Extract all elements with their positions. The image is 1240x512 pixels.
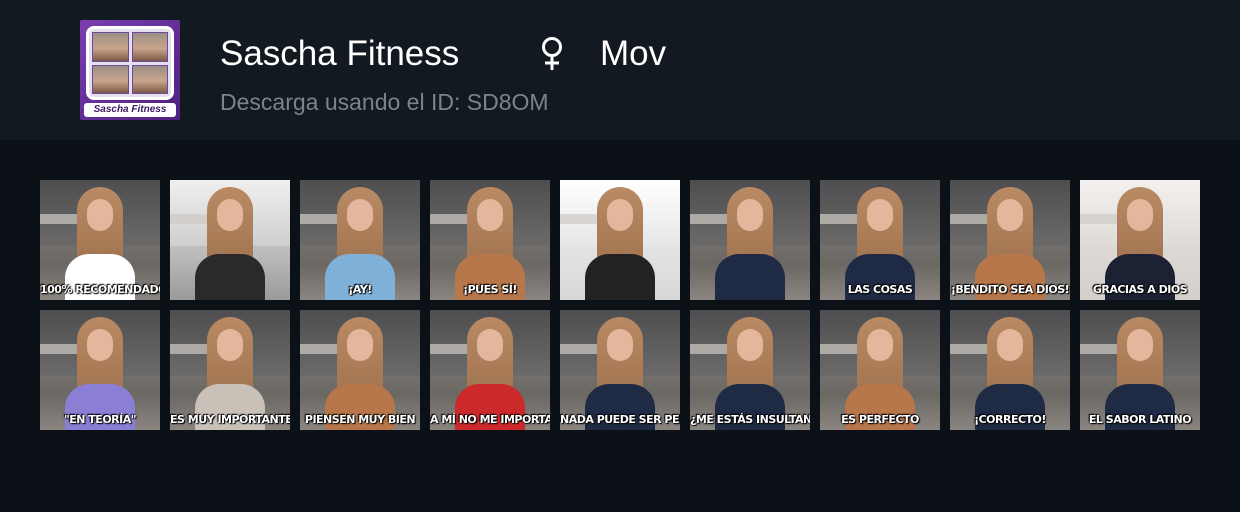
thumbnail-brand-logo: Sascha Fitness bbox=[84, 103, 176, 117]
sticker-caption: Nada puede ser perfecto bbox=[560, 413, 680, 426]
thumbnail-frame bbox=[86, 26, 174, 100]
thumbnail-photo bbox=[92, 64, 129, 94]
sticker-item[interactable]: ¿Me estás insultando? bbox=[690, 310, 810, 430]
sticker-item[interactable] bbox=[690, 180, 810, 300]
sticker-caption: Es perfecto bbox=[841, 413, 919, 426]
download-id-text: Descarga usando el ID: SD8OM bbox=[220, 89, 549, 115]
sticker-caption: Piensen muy bien bbox=[304, 413, 416, 426]
sticker-person-face bbox=[217, 199, 243, 232]
sticker-person-face bbox=[477, 329, 503, 362]
pack-title: Sascha Fitness bbox=[220, 34, 460, 73]
sticker-caption: Las cosas bbox=[847, 283, 913, 296]
sticker-person-top bbox=[585, 254, 655, 300]
sticker-person-face bbox=[347, 329, 373, 362]
sticker-person-face bbox=[997, 199, 1023, 232]
sticker-person-face bbox=[1127, 199, 1153, 232]
sticker-caption: "En teoría" bbox=[64, 413, 136, 426]
sticker-item[interactable]: Las cosas bbox=[820, 180, 940, 300]
thumbnail-photo bbox=[131, 32, 168, 62]
sticker-item[interactable]: Nada puede ser perfecto bbox=[560, 310, 680, 430]
sticker-item[interactable]: Piensen muy bien bbox=[300, 310, 420, 430]
thumbnail-photo bbox=[92, 32, 129, 62]
sticker-caption: Gracias a Dios bbox=[1092, 283, 1188, 296]
sticker-item[interactable]: "En teoría" bbox=[40, 310, 160, 430]
sticker-caption: ¡Correcto! bbox=[974, 413, 1046, 426]
sticker-caption: ¡Pues sí! bbox=[463, 283, 517, 296]
thumbnail-photo bbox=[131, 64, 168, 94]
sticker-person-face bbox=[87, 329, 113, 362]
sticker-person-face bbox=[867, 329, 893, 362]
sticker-person-face bbox=[867, 199, 893, 232]
sticker-item[interactable]: ¡Pues sí! bbox=[430, 180, 550, 300]
sticker-person-face bbox=[87, 199, 113, 232]
sticker-caption: ¡Ay! bbox=[348, 283, 372, 296]
sticker-item[interactable]: ¡Correcto! bbox=[950, 310, 1070, 430]
sticker-person-face bbox=[737, 199, 763, 232]
sticker-item[interactable]: Gracias a Dios bbox=[1080, 180, 1200, 300]
sticker-caption: El sabor latino bbox=[1088, 413, 1192, 426]
sticker-item[interactable]: ¡Bendito sea Dios! bbox=[950, 180, 1070, 300]
sticker-person-face bbox=[347, 199, 373, 232]
sticker-person-face bbox=[217, 329, 243, 362]
sticker-caption: Es muy importante bbox=[170, 413, 290, 426]
sticker-person-face bbox=[477, 199, 503, 232]
sticker-person-face bbox=[997, 329, 1023, 362]
pack-category: Mov bbox=[600, 34, 667, 73]
sticker-person-face bbox=[737, 329, 763, 362]
sticker-person-face bbox=[607, 329, 633, 362]
sticker-item[interactable]: ¡Ay! bbox=[300, 180, 420, 300]
sticker-person-top bbox=[715, 254, 785, 300]
sticker-item[interactable]: Es perfecto bbox=[820, 310, 940, 430]
sticker-person-face bbox=[1127, 329, 1153, 362]
sticker-caption: ¡Bendito sea Dios! bbox=[950, 283, 1070, 296]
sticker-item[interactable]: A mí no me importa bbox=[430, 310, 550, 430]
sticker-item[interactable]: 100% recomendado bbox=[40, 180, 160, 300]
sticker-caption: 100% recomendado bbox=[40, 283, 160, 296]
sticker-item[interactable] bbox=[560, 180, 680, 300]
sticker-caption: ¿Me estás insultando? bbox=[690, 413, 810, 426]
sticker-pack-header: Sascha Fitness Sascha Fitness Mov Descar… bbox=[0, 0, 1240, 140]
sticker-pack-thumbnail[interactable]: Sascha Fitness bbox=[80, 20, 180, 120]
sticker-caption: A mí no me importa bbox=[430, 413, 550, 426]
sticker-person-face bbox=[607, 199, 633, 232]
female-icon bbox=[542, 37, 562, 70]
sticker-item[interactable] bbox=[170, 180, 290, 300]
sticker-item[interactable]: El sabor latino bbox=[1080, 310, 1200, 430]
sticker-grid: 100% recomendado ¡Ay! ¡Pues sí! Las cosas ¡B… bbox=[40, 180, 1200, 430]
sticker-person-top bbox=[195, 254, 265, 300]
sticker-item[interactable]: Es muy importante bbox=[170, 310, 290, 430]
